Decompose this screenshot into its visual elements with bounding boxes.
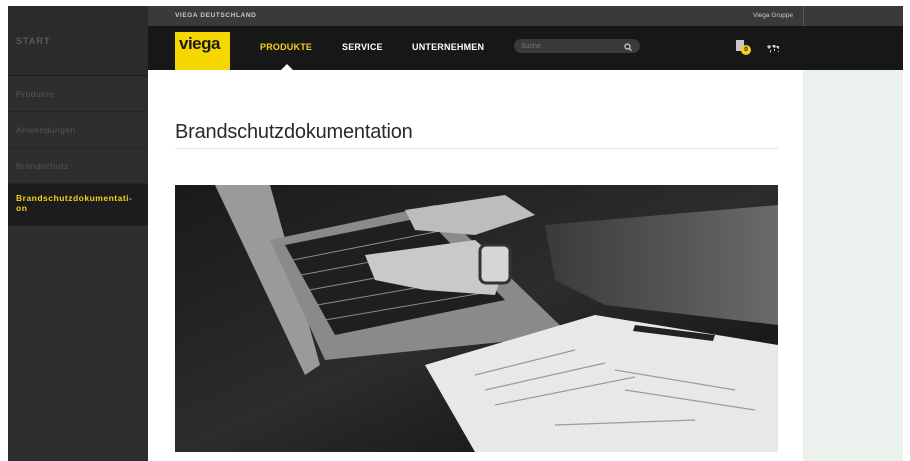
search-box xyxy=(514,39,640,53)
sidebar-start[interactable]: START xyxy=(8,6,148,76)
sidebar: START Produkte Anwendungen Brandschutz B… xyxy=(8,6,148,461)
sidebar-start-label: START xyxy=(16,36,51,46)
nav-unternehmen[interactable]: UNTERNEHMEN xyxy=(412,42,484,52)
page-title: Brandschutzdokumentation xyxy=(175,121,413,143)
sidebar-item-brandschutz[interactable]: Brandschutz xyxy=(8,148,148,184)
search-input[interactable] xyxy=(521,40,616,52)
title-divider xyxy=(175,148,778,149)
hero-image xyxy=(175,185,778,452)
sidebar-item-anwendungen[interactable]: Anwendungen xyxy=(8,112,148,148)
right-panel xyxy=(803,70,903,461)
sidebar-item-label: Anwendungen xyxy=(16,125,76,135)
sidebar-item-label: Brandschutz xyxy=(16,161,69,171)
logo-text: viega xyxy=(179,34,220,53)
country-link[interactable]: VIEGA DEUTSCHLAND xyxy=(175,12,256,19)
search-icon[interactable] xyxy=(624,40,632,58)
cart-count-badge: 0 xyxy=(741,45,751,55)
nav-service[interactable]: SERVICE xyxy=(342,42,383,52)
main-navbar-extension xyxy=(803,26,903,70)
document-cart-icon[interactable]: 0 xyxy=(736,40,752,56)
world-map-icon[interactable] xyxy=(766,41,780,59)
sidebar-item-label: Brandschutzdokumentati-on xyxy=(16,193,133,213)
sidebar-item-produkte[interactable]: Produkte xyxy=(8,76,148,112)
top-utility-bar-extension xyxy=(803,6,903,26)
group-link[interactable]: Viega Gruppe xyxy=(753,12,793,19)
top-utility-bar: VIEGA DEUTSCHLAND Viega Gruppe xyxy=(148,6,803,26)
sidebar-item-brandschutzdokumentation[interactable]: Brandschutzdokumentati-on xyxy=(8,184,148,226)
sidebar-item-label: Produkte xyxy=(16,89,55,99)
nav-produkte[interactable]: PRODUKTE xyxy=(260,42,312,52)
